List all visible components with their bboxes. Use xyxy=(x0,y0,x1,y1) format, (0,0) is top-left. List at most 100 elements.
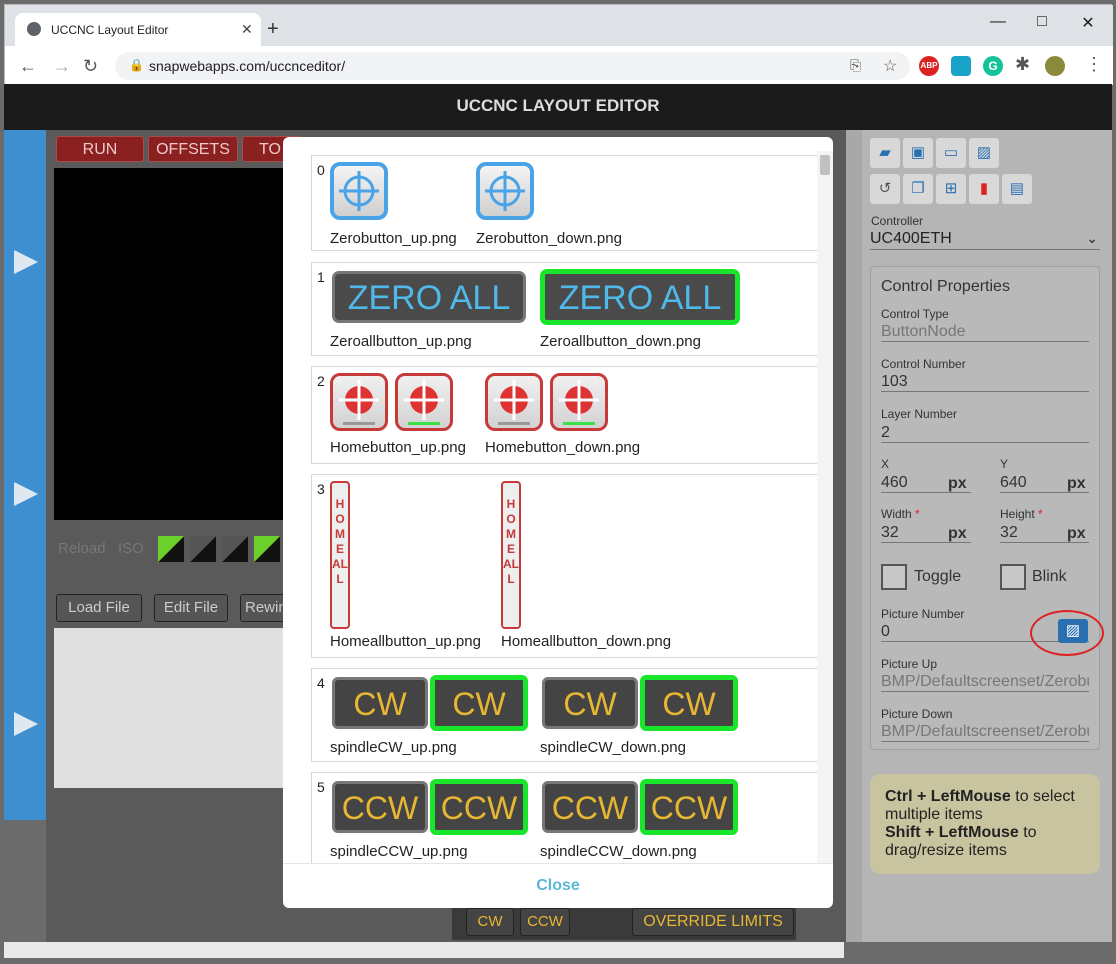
ccw-button[interactable]: CCW xyxy=(520,908,570,936)
grammarly-icon[interactable]: G xyxy=(983,56,1003,76)
tab-title: UCCNC Layout Editor xyxy=(51,23,169,37)
home-target-icon xyxy=(395,373,453,431)
toggle-checkbox[interactable] xyxy=(881,564,907,590)
picture-card-4[interactable]: 4 CW CW CW CW spindleCW_up.png spindleCW… xyxy=(311,668,819,762)
url-text: snapwebapps.com/uccnceditor/ xyxy=(149,58,346,74)
maximize-button[interactable]: □ xyxy=(1027,13,1057,31)
close-window-button[interactable]: ✕ xyxy=(1073,13,1103,33)
chevron-down-icon: ⌄ xyxy=(1086,230,1098,246)
picture-list: 0 Zerobutton_up.png Zerobutton_down.png … xyxy=(299,151,833,863)
section-title: Control Properties xyxy=(881,278,1010,295)
document-icon[interactable]: ▤ xyxy=(1002,174,1032,204)
back-arrow-icon[interactable]: ← xyxy=(19,56,37,77)
minimize-button[interactable]: — xyxy=(983,13,1013,31)
picture-up-filename: Zeroallbutton_up.png xyxy=(330,333,472,350)
picture-down-filename: spindleCW_down.png xyxy=(540,739,686,756)
layer-number-field[interactable]: 2 xyxy=(881,424,1089,443)
picture-down-filename: Zeroallbutton_down.png xyxy=(540,333,701,350)
extension-icon[interactable] xyxy=(951,56,971,76)
close-button[interactable]: Close xyxy=(283,877,833,895)
picture-card-1[interactable]: 1 ZERO ALL ZERO ALL Zeroallbutton_up.png… xyxy=(311,262,819,356)
picture-up-label: Picture Up xyxy=(881,657,938,671)
forward-arrow-icon[interactable]: → xyxy=(53,56,71,77)
monitor-icon[interactable]: ▭ xyxy=(936,138,966,168)
picture-card-2[interactable]: 2 Homebutton_up.png Homebutton_down.png xyxy=(311,366,819,464)
browser-window: UCCNC Layout Editor ✕ + — □ ✕ ← → ↻ 🔒 sn… xyxy=(4,4,1113,85)
spindle-cw-image: CW xyxy=(640,675,738,731)
picture-card-5[interactable]: 5 CCW CCW CCW CCW spindleCCW_up.png spin… xyxy=(311,772,819,863)
edit-file-button[interactable]: Edit File xyxy=(154,594,228,622)
cube-icon[interactable] xyxy=(222,536,248,562)
open-folder-icon[interactable]: ▰ xyxy=(870,138,900,168)
reload-icon[interactable]: ↻ xyxy=(83,56,98,77)
spindle-cw-image: CW xyxy=(430,675,528,731)
y-unit: px xyxy=(1067,475,1086,492)
home-target-icon xyxy=(485,373,543,431)
picture-up-field: BMP/Defaultscreenset/Zerobu xyxy=(881,673,1089,692)
browser-tab[interactable]: UCCNC Layout Editor ✕ xyxy=(15,13,261,46)
picture-index: 3 xyxy=(317,481,325,497)
copy-icon[interactable]: ❐ xyxy=(903,174,933,204)
star-icon[interactable]: ☆ xyxy=(883,56,897,76)
horizontal-scrollbar[interactable] xyxy=(4,942,844,958)
menu-dots-icon[interactable]: ⋮ xyxy=(1085,54,1103,75)
controller-select[interactable]: UC400ETH ⌄ xyxy=(870,230,1100,250)
picture-down-filename: spindleCCW_down.png xyxy=(540,843,697,860)
expand-arrow-icon[interactable] xyxy=(14,250,38,274)
control-type-label: Control Type xyxy=(881,307,949,321)
scrollbar-thumb[interactable] xyxy=(820,155,830,175)
page-info-icon[interactable]: ⎘ xyxy=(850,57,861,74)
picture-down-filename: Zerobutton_down.png xyxy=(476,230,622,247)
image-icon[interactable]: ▨ xyxy=(969,138,999,168)
avatar[interactable] xyxy=(1045,56,1065,76)
load-file-button[interactable]: Load File xyxy=(56,594,142,622)
cube-icon[interactable] xyxy=(158,536,184,562)
picture-index: 0 xyxy=(317,162,325,178)
controller-label: Controller xyxy=(871,214,924,228)
spindle-cw-image: CW xyxy=(332,677,428,729)
zero-all-up-image: ZERO ALL xyxy=(332,271,526,323)
adblock-icon[interactable]: ABP xyxy=(919,56,939,76)
expand-arrow-icon[interactable] xyxy=(14,712,38,736)
override-limits-button[interactable]: OVERRIDE LIMITS xyxy=(632,908,794,936)
trash-icon[interactable]: ▮ xyxy=(969,174,999,204)
url-field[interactable]: 🔒 snapwebapps.com/uccnceditor/ ⎘ ☆ xyxy=(115,52,910,80)
home-all-up-image: HOME ALL xyxy=(330,481,350,629)
picture-down-label: Picture Down xyxy=(881,707,953,721)
control-type-field: ButtonNode xyxy=(881,323,1089,342)
width-label: Width * xyxy=(881,507,920,521)
cw-button[interactable]: CW xyxy=(466,908,514,936)
globe-icon xyxy=(27,22,41,36)
control-number-field[interactable]: 103 xyxy=(881,373,1089,392)
cube-icon[interactable] xyxy=(254,536,280,562)
modal-scrollbar[interactable] xyxy=(817,151,833,863)
new-tab-button[interactable]: + xyxy=(267,19,279,39)
expand-arrow-icon[interactable] xyxy=(14,482,38,506)
puzzle-icon[interactable]: ✱ xyxy=(1015,54,1030,75)
toggle-label: Toggle xyxy=(914,568,962,585)
toolpath-view xyxy=(54,168,294,520)
panel-scrollbar[interactable] xyxy=(846,130,862,942)
picture-up-filename: spindleCCW_up.png xyxy=(330,843,468,860)
add-icon[interactable]: ⊞ xyxy=(936,174,966,204)
annotation-circle xyxy=(1030,610,1104,656)
offsets-button[interactable]: OFFSETS xyxy=(148,136,238,162)
run-button[interactable]: RUN xyxy=(56,136,144,162)
rewind-button[interactable]: Rewin xyxy=(240,594,288,622)
hint-box: Ctrl + LeftMouse to select multiple item… xyxy=(870,774,1100,874)
save-icon[interactable]: ▣ xyxy=(903,138,933,168)
layer-number-label: Layer Number xyxy=(881,407,958,421)
tab-close-icon[interactable]: ✕ xyxy=(241,21,253,38)
address-bar: ← → ↻ 🔒 snapwebapps.com/uccnceditor/ ⎘ ☆… xyxy=(5,46,1113,85)
undo-icon[interactable]: ↺ xyxy=(870,174,900,204)
cube-icon[interactable] xyxy=(190,536,216,562)
picture-up-filename: Homeallbutton_up.png xyxy=(330,633,481,650)
picture-up-filename: Homebutton_up.png xyxy=(330,439,466,456)
blink-checkbox[interactable] xyxy=(1000,564,1026,590)
picture-down-field: BMP/Defaultscreenset/Zerobu xyxy=(881,723,1089,742)
picture-card-0[interactable]: 0 Zerobutton_up.png Zerobutton_down.png xyxy=(311,155,819,251)
picture-index: 5 xyxy=(317,779,325,795)
hint-key-ctrl: Ctrl + LeftMouse xyxy=(885,788,1011,805)
picture-card-3[interactable]: 3 HOME ALL HOME ALL Homeallbutton_up.png… xyxy=(311,474,819,658)
spindle-ccw-image: CCW xyxy=(542,781,638,833)
